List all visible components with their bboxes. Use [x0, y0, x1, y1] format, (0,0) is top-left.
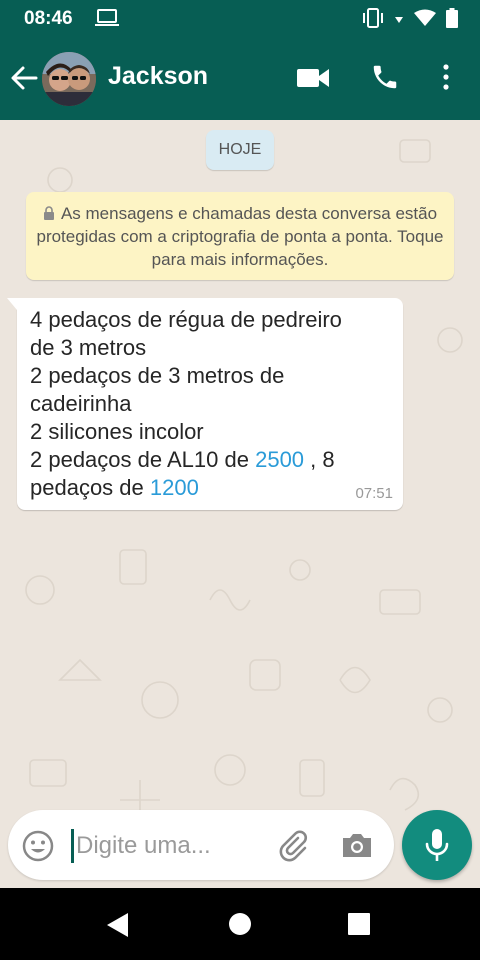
- data-arrow-icon: [395, 17, 403, 23]
- laptop-icon: [95, 9, 119, 26]
- mic-icon: [425, 829, 449, 861]
- nav-recents-icon[interactable]: [348, 913, 370, 935]
- message-timestamp: 07:51: [355, 485, 393, 502]
- nav-home-icon[interactable]: [228, 912, 252, 936]
- contact-name[interactable]: Jackson: [108, 62, 208, 91]
- vibrate-icon: [363, 8, 383, 28]
- phone-number-link[interactable]: 2500: [255, 447, 304, 472]
- phone-icon[interactable]: [370, 62, 400, 92]
- bubble-tail: [7, 298, 17, 310]
- status-bar: 08:46: [0, 0, 480, 36]
- message-text: 4 pedaços de régua de pedreiro de 3 metr…: [30, 306, 390, 502]
- message-line: 4 pedaços de régua de pedreiro: [30, 307, 342, 332]
- message-bubble[interactable]: 4 pedaços de régua de pedreiro de 3 metr…: [7, 298, 403, 510]
- battery-icon: [446, 8, 458, 28]
- message-text-segment: pedaços de: [30, 475, 150, 500]
- compose-bar: [8, 810, 394, 880]
- message-line: 2 pedaços de AL10 de 2500 , 8: [30, 446, 390, 474]
- chat-header: Jackson: [0, 36, 480, 120]
- back-arrow-icon[interactable]: [8, 62, 40, 94]
- message-line: pedaços de 1200: [30, 474, 390, 502]
- message-text-segment: 2 pedaços de AL10 de: [30, 447, 256, 472]
- wifi-icon: [414, 9, 436, 26]
- system-nav-bar: [0, 888, 480, 960]
- message-line: de 3 metros: [30, 335, 147, 360]
- phone-number-link[interactable]: 1200: [150, 475, 199, 500]
- message-line: 2 silicones incolor: [30, 419, 204, 444]
- text-caret: [71, 829, 74, 863]
- message-input[interactable]: [76, 828, 266, 864]
- message-line: 2 pedaços de 3 metros de: [30, 363, 285, 388]
- chat-area[interactable]: HOJE As mensagens e chamadas desta conve…: [0, 120, 480, 888]
- avatar[interactable]: [42, 52, 96, 106]
- camera-icon[interactable]: [340, 830, 374, 860]
- video-call-icon[interactable]: [296, 64, 330, 92]
- message-text-segment: , 8: [304, 447, 335, 472]
- mic-button[interactable]: [402, 810, 472, 880]
- encryption-notice[interactable]: As mensagens e chamadas desta conversa e…: [26, 192, 454, 280]
- lock-icon: [43, 206, 54, 220]
- attach-icon[interactable]: [276, 828, 310, 862]
- date-chip: HOJE: [206, 130, 274, 170]
- nav-back-icon[interactable]: [106, 912, 130, 938]
- emoji-icon[interactable]: [22, 830, 54, 862]
- message-line: cadeirinha: [30, 391, 132, 416]
- status-right-icons: [362, 8, 458, 28]
- encryption-notice-text: As mensagens e chamadas desta conversa e…: [36, 204, 444, 269]
- more-vert-icon[interactable]: [436, 62, 456, 92]
- status-time: 08:46: [24, 8, 73, 29]
